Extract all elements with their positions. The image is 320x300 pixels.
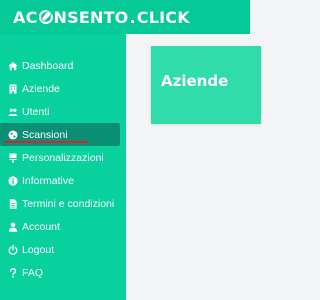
pen-logo-icon [38,9,53,25]
logo-text-ac: AC [13,7,38,27]
building-icon [7,83,18,94]
sidebar-item-label: Dashboard [22,59,74,72]
sidebar-item-account[interactable]: Account [0,215,126,238]
sidebar-item-label: Utenti [22,105,50,118]
sidebar-item-personalizzazioni[interactable]: Personalizzazioni [0,146,126,169]
user-icon [7,221,18,232]
annotation-underline [4,141,88,143]
sidebar-item-label: Informative [22,174,74,187]
users-icon [7,106,18,117]
logo-text-nsento: NSENTO [53,7,129,27]
sidebar-item-informative[interactable]: Informative [0,169,126,192]
logo-text-click: CLICK [136,7,190,27]
sidebar-item-label: Account [22,220,60,233]
sidebar-item-label: Personalizzazioni [22,151,104,164]
sidebar-item-dashboard[interactable]: Dashboard [0,54,126,77]
sidebar-item-logout[interactable]: Logout [0,238,126,261]
globe-icon [7,129,18,140]
sidebar-item-label: Scansioni [22,128,68,141]
home-icon [7,60,18,71]
top-bar: AC NSENTO . CLICK [0,0,250,34]
aziende-card[interactable]: Aziende [151,46,261,124]
sidebar-item-label: Aziende [22,82,60,95]
sidebar-item-label: Logout [22,243,55,256]
sidebar-item-label: FAQ [22,266,44,279]
sidebar-item-faq[interactable]: FAQ [0,261,126,284]
card-title: Aziende [161,72,229,90]
sidebar-item-aziende[interactable]: Aziende [0,77,126,100]
document-icon [7,198,18,209]
sidebar: Dashboard Aziende Utenti Scansioni Perso… [0,34,126,300]
sidebar-item-label: Termini e condizioni [22,197,115,210]
sidebar-item-utenti[interactable]: Utenti [0,100,126,123]
logo-dot: . [129,7,136,27]
app-logo[interactable]: AC NSENTO . CLICK [13,8,190,27]
question-icon [7,267,18,278]
sidebar-item-termini-e-condizioni[interactable]: Termini e condizioni [0,192,126,215]
main-content: Aziende [126,34,261,300]
power-icon [7,244,18,255]
info-icon [7,175,18,186]
brush-icon [7,152,18,163]
